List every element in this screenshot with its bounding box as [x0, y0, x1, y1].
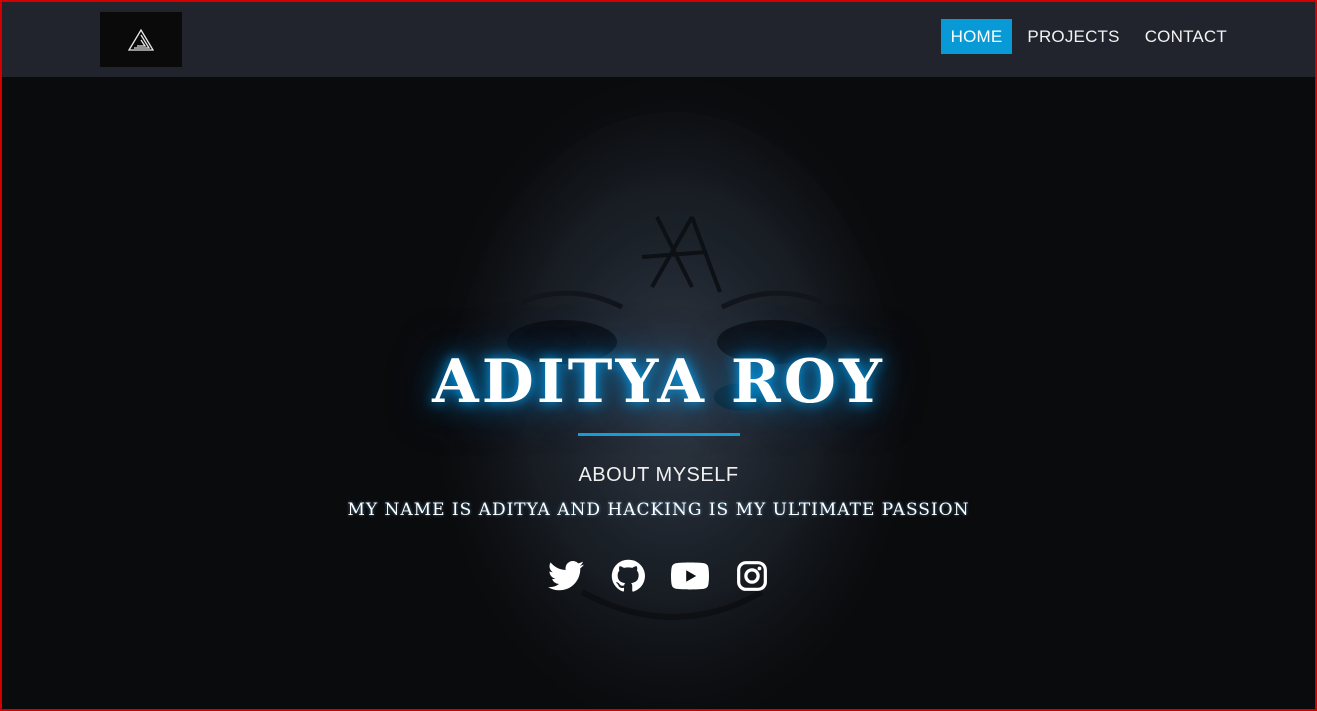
github-link[interactable] — [608, 556, 648, 596]
hero-name: ADITYA ROY — [432, 347, 885, 417]
twitter-link[interactable] — [546, 556, 586, 596]
logo[interactable] — [100, 12, 182, 67]
instagram-link[interactable] — [732, 556, 772, 596]
about-text: MY NAME IS ADITYA AND HACKING IS MY ULTI… — [347, 500, 970, 520]
youtube-icon — [670, 562, 709, 590]
navbar: HOME PROJECTS CONTACT — [2, 2, 1315, 77]
main-nav: HOME PROJECTS CONTACT — [936, 19, 1237, 54]
nav-projects[interactable]: PROJECTS — [1017, 19, 1129, 54]
social-links — [2, 556, 1315, 596]
hero-content: ADITYA ROY ABOUT MYSELF MY NAME IS ADITY… — [2, 342, 1315, 596]
nav-contact[interactable]: CONTACT — [1135, 19, 1237, 54]
about-title: ABOUT MYSELF — [578, 464, 739, 486]
youtube-link[interactable] — [670, 556, 710, 596]
page-frame: HOME PROJECTS CONTACT ADITYA ROY ABOUT M… — [0, 0, 1317, 711]
triangle-a-logo-icon — [128, 28, 154, 51]
nav-home[interactable]: HOME — [940, 19, 1013, 54]
github-icon — [611, 559, 645, 592]
instagram-icon — [736, 561, 767, 591]
title-divider — [577, 433, 740, 436]
twitter-icon — [547, 561, 584, 591]
